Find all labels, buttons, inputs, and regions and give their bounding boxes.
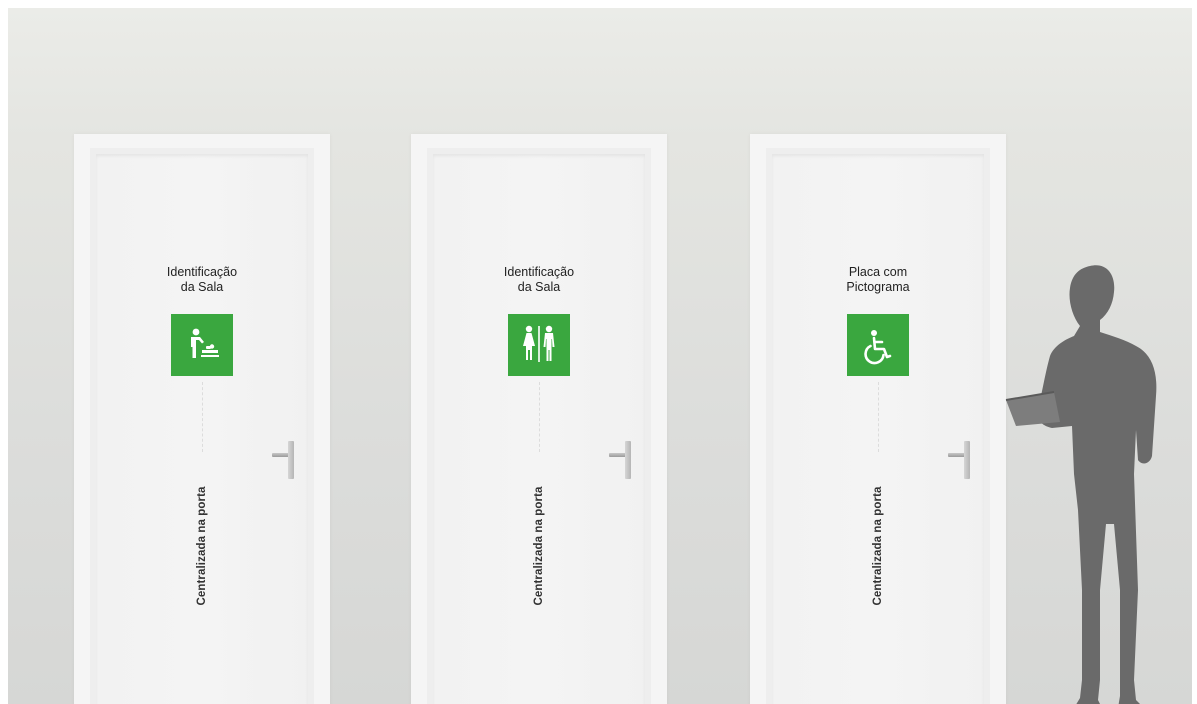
door-3: Placa com Pictograma Centralizada na por… [750,134,1006,704]
door-2: Identificação da Sala Centralizada na po… [411,134,667,704]
position-label: Centralizada na porta [872,486,884,606]
sign-title-line: da Sala [517,280,561,294]
sign-title-line: da Sala [180,280,224,294]
sign-title-line: Identificação [166,265,238,279]
door-handle [609,441,631,479]
person-silhouette [1005,265,1157,704]
position-label: Centralizada na porta [533,486,545,606]
baby-changing-icon [171,314,233,376]
sign-title: Identificação da Sala [96,265,308,295]
accessibility-icon [847,314,909,376]
sign-title-line: Placa com [848,265,908,279]
sign-title: Placa com Pictograma [772,265,984,295]
wall-band [8,8,1192,138]
sign-title-line: Identificação [503,265,575,279]
door-leaf: Placa com Pictograma Centralizada na por… [772,154,984,704]
guide-line [539,382,540,452]
door-signage-scene: Identificação da Sala Centralizada na po [8,8,1192,704]
position-label: Centralizada na porta [196,486,208,606]
guide-line [878,382,879,452]
sign-title-line: Pictograma [846,280,910,294]
door-handle [272,441,294,479]
guide-line [202,382,203,452]
door-leaf: Identificação da Sala Centralizada na po [96,154,308,704]
restroom-icon [508,314,570,376]
sign-title: Identificação da Sala [433,265,645,295]
door-1: Identificação da Sala Centralizada na po [74,134,330,704]
door-handle [948,441,970,479]
door-leaf: Identificação da Sala Centralizada na po… [433,154,645,704]
